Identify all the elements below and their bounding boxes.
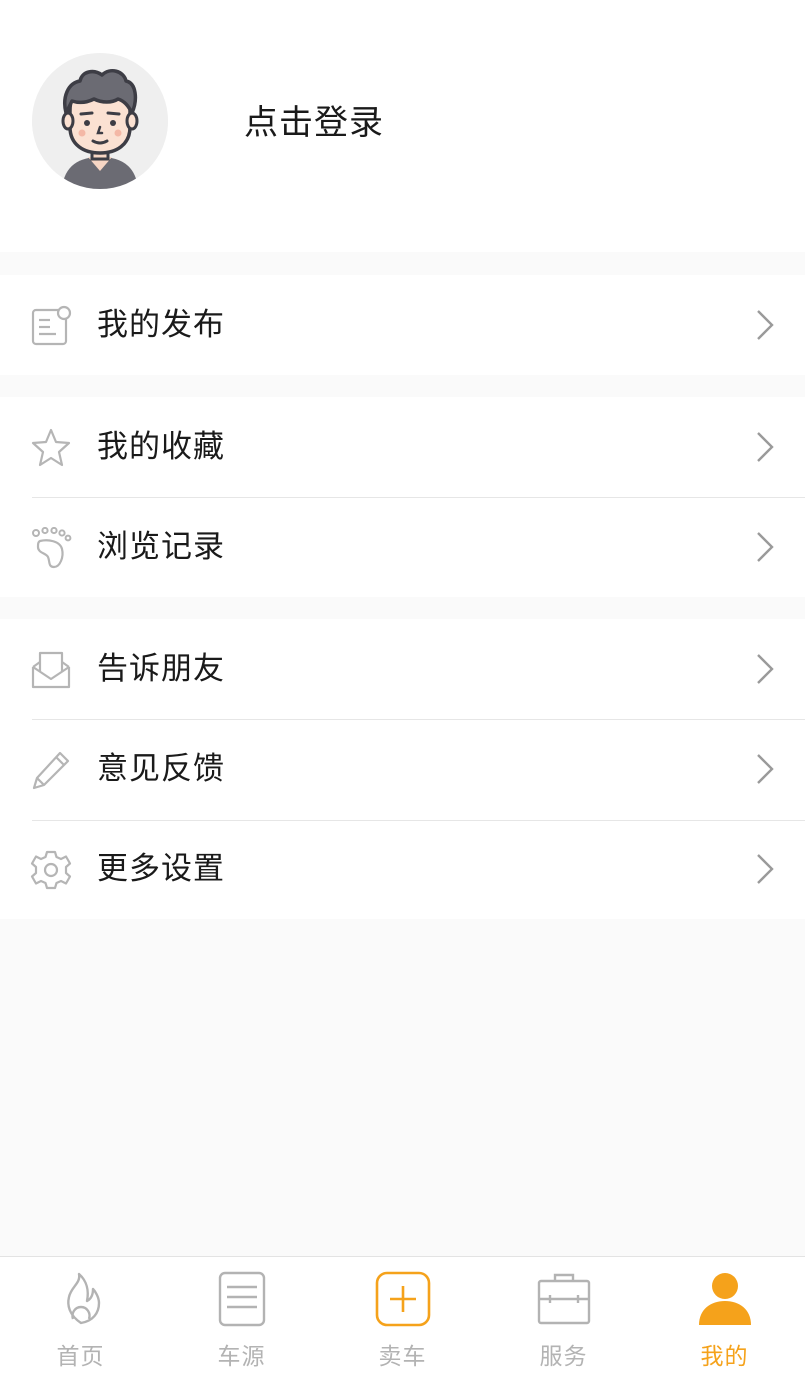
- tab-label: 我的: [700, 1344, 749, 1370]
- pencil-icon: [32, 751, 70, 790]
- footprint-icon: [32, 527, 72, 569]
- tab-label: 卖车: [378, 1344, 427, 1370]
- tab-home[interactable]: 首页: [0, 1257, 161, 1374]
- tab-label: 首页: [56, 1344, 105, 1370]
- menu-item-label: 我的收藏: [97, 429, 225, 465]
- menu-group-history: 我的收藏 浏览记录: [0, 397, 805, 597]
- menu-group-more: 告诉朋友 意见反馈 更多设置: [0, 619, 805, 919]
- profile-page: 点击登录 我的发布 我的收藏 浏览记录 告诉朋友 意见反馈 更多设置 首页 车源…: [0, 0, 805, 1374]
- person-icon: [698, 1273, 751, 1325]
- chevron-right-icon: [757, 432, 774, 462]
- chevron-right-icon: [757, 532, 774, 562]
- briefcase-icon: [537, 1273, 590, 1325]
- star-icon: [31, 428, 71, 467]
- gear-icon: [30, 850, 72, 890]
- chevron-right-icon: [757, 754, 774, 784]
- tab-service[interactable]: 服务: [483, 1257, 644, 1374]
- avatar[interactable]: [32, 53, 168, 189]
- list-icon: [218, 1271, 265, 1327]
- bottom-tab-bar: 首页 车源 卖车 服务 我的: [0, 1256, 805, 1374]
- avatar-icon: [32, 53, 168, 189]
- menu-item-label: 浏览记录: [97, 529, 225, 565]
- menu-item-feedback[interactable]: 意见反馈: [0, 719, 805, 819]
- chevron-right-icon: [757, 310, 774, 340]
- menu-item-label: 我的发布: [97, 307, 225, 343]
- flame-icon: [66, 1272, 100, 1325]
- login-link[interactable]: 点击登录: [244, 100, 384, 146]
- menu-item-label: 更多设置: [97, 851, 225, 887]
- menu-item-my-publish[interactable]: 我的发布: [0, 275, 805, 375]
- chevron-right-icon: [757, 654, 774, 684]
- tab-sell-car[interactable]: 卖车: [322, 1257, 483, 1374]
- menu-item-browse-history[interactable]: 浏览记录: [0, 497, 805, 597]
- envelope-icon: [31, 651, 71, 689]
- menu-item-tell-friends[interactable]: 告诉朋友: [0, 619, 805, 719]
- chevron-right-icon: [757, 854, 774, 884]
- document-icon: [31, 305, 72, 346]
- profile-header: 点击登录: [0, 0, 805, 252]
- tab-label: 服务: [539, 1344, 588, 1370]
- menu-item-settings[interactable]: 更多设置: [0, 819, 805, 919]
- menu-item-label: 意见反馈: [97, 751, 225, 787]
- menu-item-label: 告诉朋友: [97, 651, 225, 687]
- menu-group-publish: 我的发布: [0, 275, 805, 375]
- tab-mine[interactable]: 我的: [644, 1257, 805, 1374]
- tab-car-source[interactable]: 车源: [161, 1257, 322, 1374]
- menu-item-favorites[interactable]: 我的收藏: [0, 397, 805, 497]
- tab-label: 车源: [217, 1344, 266, 1370]
- plus-square-icon: [375, 1271, 430, 1327]
